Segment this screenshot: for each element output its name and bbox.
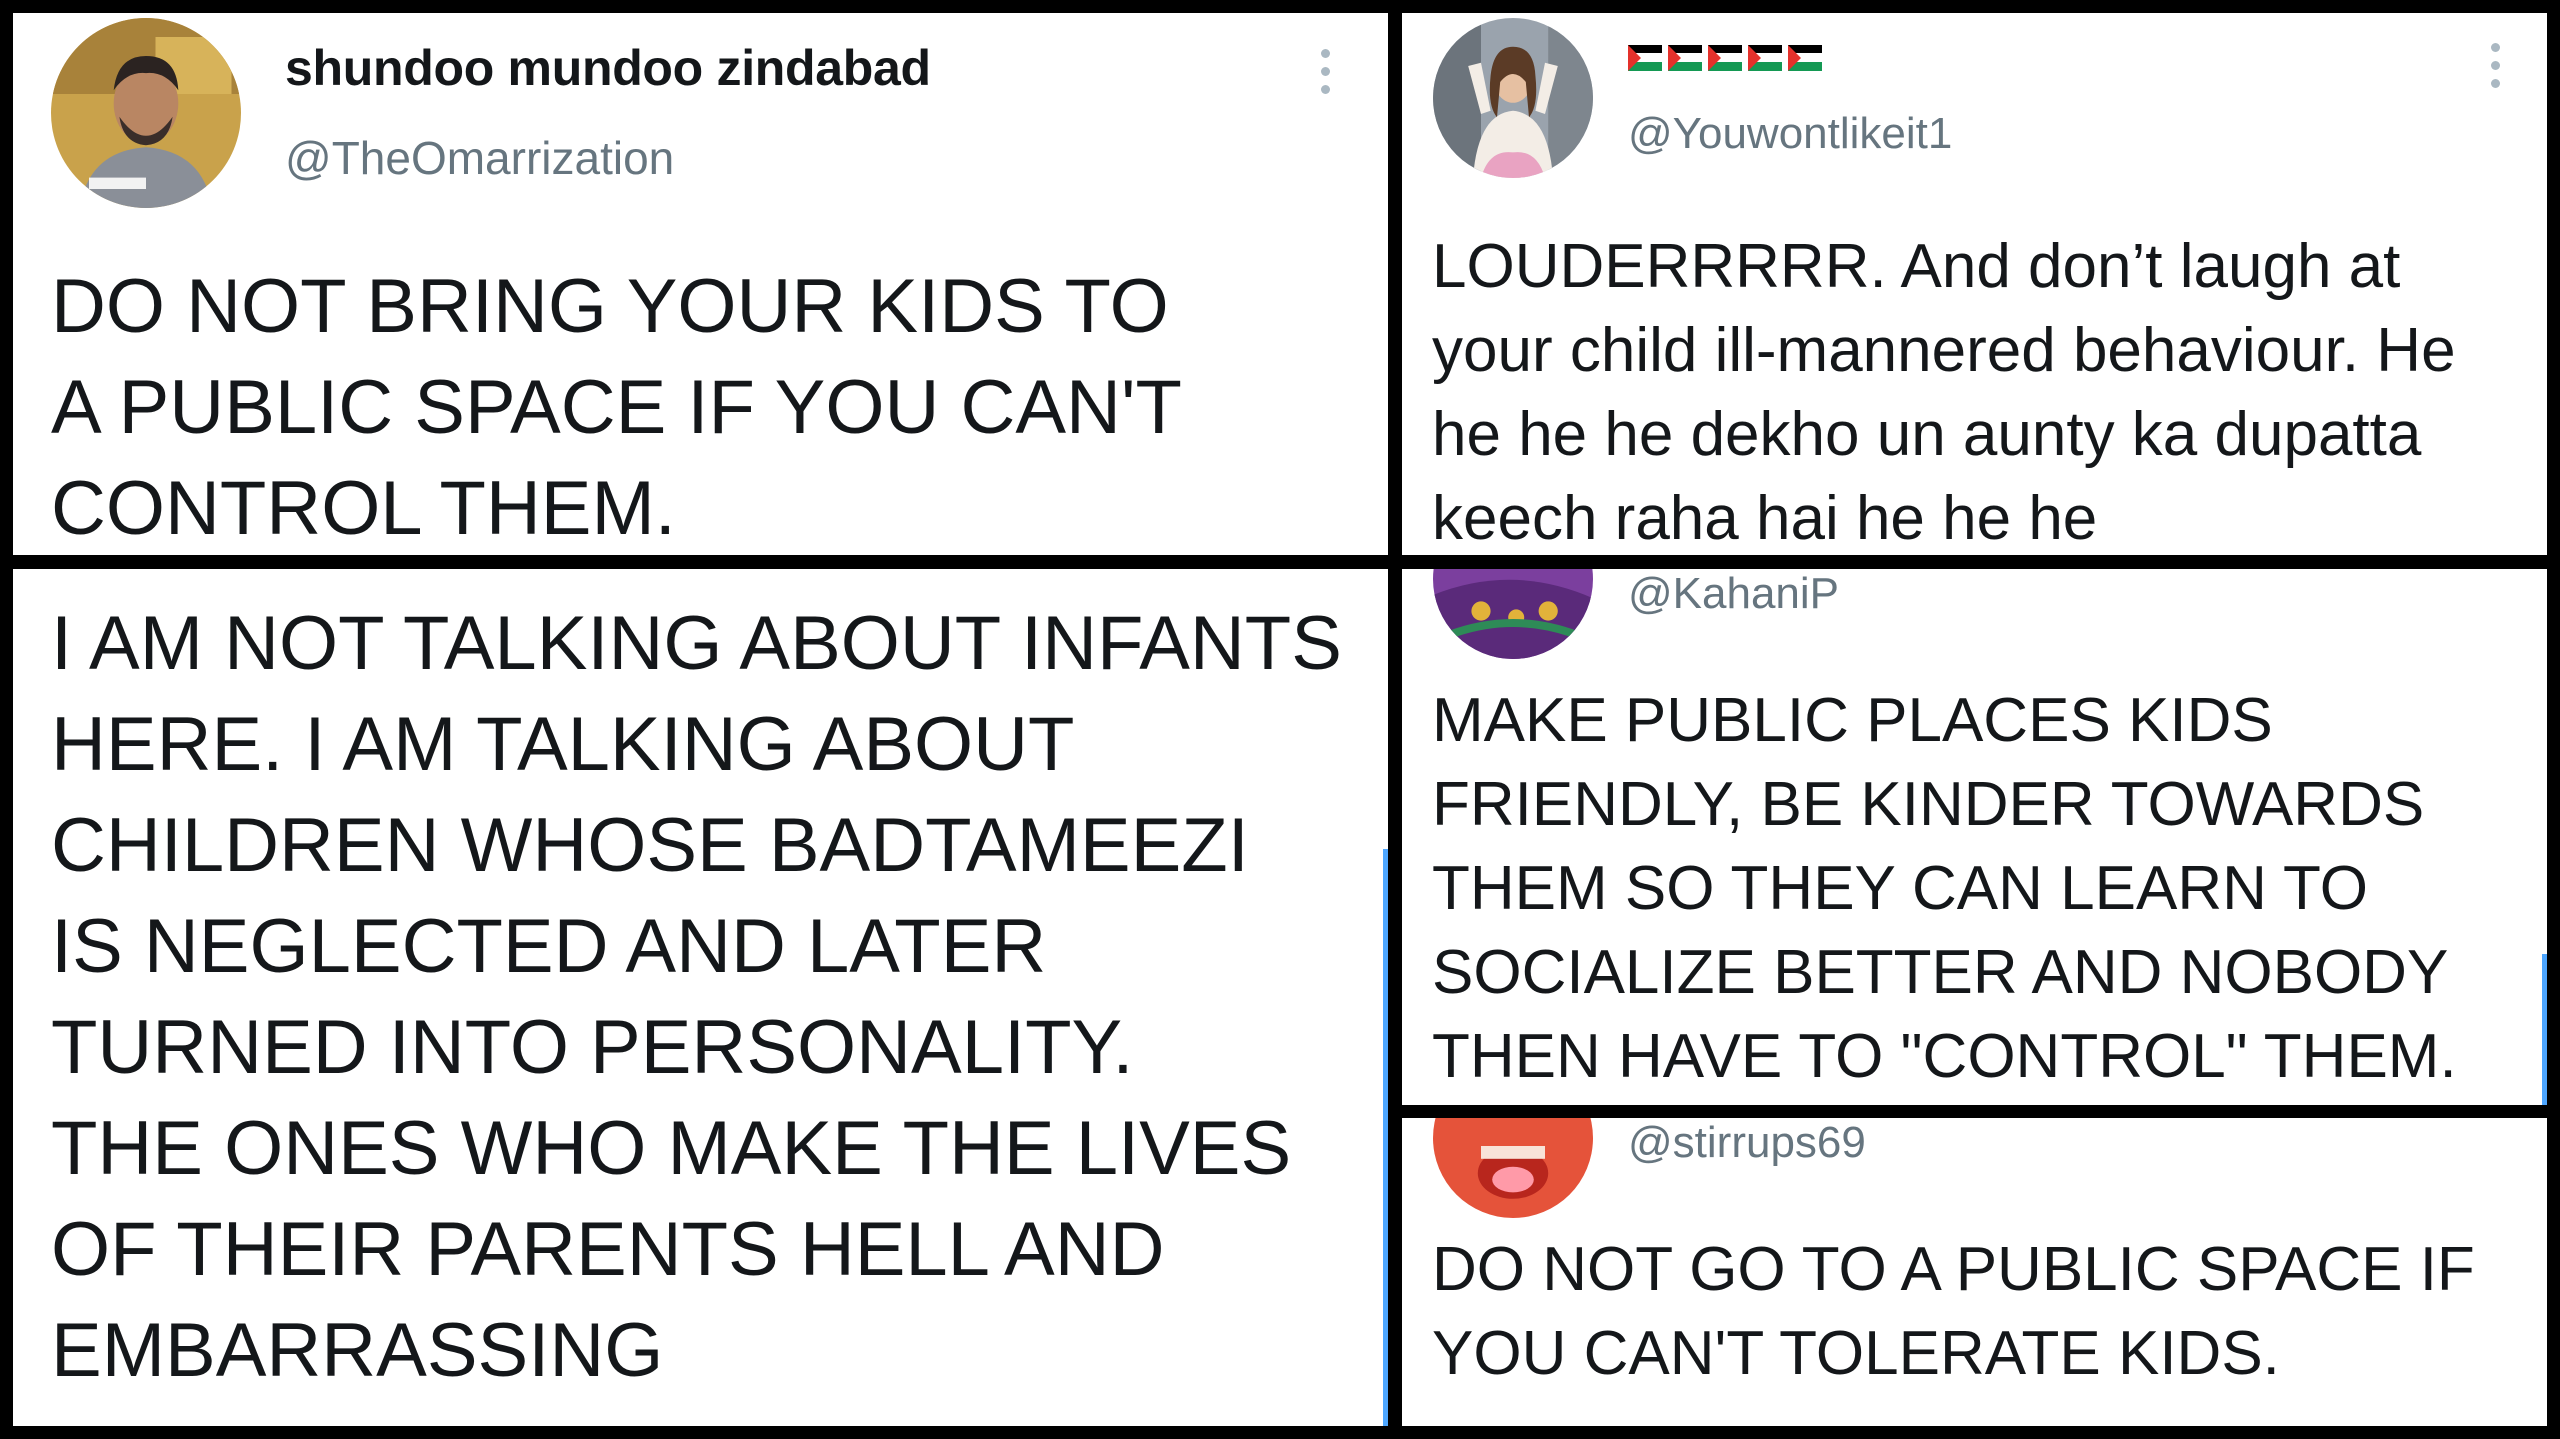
flag-icon: [1748, 45, 1782, 71]
flag-icon: [1668, 45, 1702, 71]
tweet-text-line: your child ill-mannered behaviour. He: [1432, 316, 2456, 385]
tweet-card-reply-kahanip[interactable]: @KahaniP MAKE PUBLIC PLACES KIDS FRIENDL…: [1402, 569, 2547, 1105]
tweet-text-line: DO NOT GO TO A PUBLIC SPACE IF: [1432, 1235, 2475, 1304]
user-handle[interactable]: @KahaniP: [1628, 569, 1839, 619]
tweet-text-line: THE ONES WHO MAKE THE LIVES: [51, 1106, 1292, 1191]
tweet-text-line: CONTROL THEM.: [51, 466, 676, 551]
tweet-text-line: THEM SO THEY CAN LEARN TO: [1432, 854, 2368, 923]
tweet-text-line: MAKE PUBLIC PLACES KIDS: [1432, 686, 2273, 755]
tweet-text-line: he he he dekho un aunty ka dupatta: [1432, 400, 2422, 469]
flag-icon: [1628, 45, 1662, 71]
tweet-text-line: EMBARRASSING: [51, 1308, 664, 1393]
more-vertical-icon[interactable]: [2485, 43, 2505, 88]
profile-photo-man: [51, 18, 241, 208]
tweet-text-line: CHILDREN WHOSE BADTAMEEZI: [51, 803, 1249, 888]
user-handle[interactable]: @Youwontlikeit1: [1628, 109, 1952, 159]
tweet-text: LOUDERRRRR. And don’t laugh at your chil…: [1432, 225, 2456, 555]
tweet-card-bottom-left[interactable]: I AM NOT TALKING ABOUT INFANTS HERE. I A…: [13, 569, 1388, 1426]
tweet-card-top-right[interactable]: @Youwontlikeit1 LOUDERRRRR. And don’t la…: [1402, 13, 2547, 555]
display-name[interactable]: [1628, 41, 1822, 75]
tweet-text-line: YOU CAN'T TOLERATE KIDS.: [1432, 1319, 2280, 1388]
thread-connector-line: [2542, 954, 2547, 1105]
tweet-text-line: keech raha hai he he he: [1432, 484, 2098, 553]
user-handle[interactable]: @stirrups69: [1628, 1118, 1866, 1168]
profile-photo-woman: [1433, 18, 1593, 178]
tweet-text-line: IS NEGLECTED AND LATER: [51, 904, 1047, 989]
tweet-text-line: I AM NOT TALKING ABOUT INFANTS: [51, 601, 1342, 686]
tweet-text-line: FRIENDLY, BE KINDER TOWARDS: [1432, 770, 2425, 839]
avatar[interactable]: [1433, 18, 1593, 178]
tweet-text-line: LOUDERRRRR. And don’t laugh at: [1432, 232, 2401, 301]
flag-icon: [1708, 45, 1742, 71]
tweet-text-line: DO NOT BRING YOUR KIDS TO: [51, 264, 1169, 349]
tweet-text-line: TURNED INTO PERSONALITY.: [51, 1005, 1134, 1090]
profile-photo-illustration: [1433, 569, 1593, 659]
tweet-text: DO NOT BRING YOUR KIDS TO A PUBLIC SPACE…: [51, 256, 1182, 555]
tweet-text-line: HERE. I AM TALKING ABOUT: [51, 702, 1075, 787]
avatar[interactable]: [1433, 569, 1593, 659]
display-name[interactable]: shundoo mundoo zindabad: [285, 39, 931, 97]
tweet-text: DO NOT GO TO A PUBLIC SPACE IF YOU CAN'T…: [1432, 1228, 2475, 1396]
tweet-text: I AM NOT TALKING ABOUT INFANTS HERE. I A…: [51, 593, 1342, 1401]
tweet-card-top-left[interactable]: shundoo mundoo zindabad @TheOmarrization…: [13, 13, 1388, 555]
user-handle[interactable]: @TheOmarrization: [285, 131, 674, 185]
flag-icon: [1788, 45, 1822, 71]
avatar[interactable]: [1433, 1118, 1593, 1218]
avatar[interactable]: [51, 18, 241, 208]
tweet-text: MAKE PUBLIC PLACES KIDS FRIENDLY, BE KIN…: [1432, 679, 2457, 1099]
tweet-text-line: THEN HAVE TO "CONTROL" THEM.: [1432, 1022, 2457, 1091]
tweet-card-reply-stirrups69[interactable]: @stirrups69 DO NOT GO TO A PUBLIC SPACE …: [1402, 1118, 2547, 1426]
more-vertical-icon[interactable]: [1315, 49, 1335, 94]
profile-photo-face: [1433, 1118, 1593, 1218]
tweet-text-line: A PUBLIC SPACE IF YOU CAN'T: [51, 365, 1182, 450]
tweet-text-line: OF THEIR PARENTS HELL AND: [51, 1207, 1165, 1292]
tweet-text-line: SOCIALIZE BETTER AND NOBODY: [1432, 938, 2449, 1007]
thread-connector-line: [1383, 849, 1388, 1426]
